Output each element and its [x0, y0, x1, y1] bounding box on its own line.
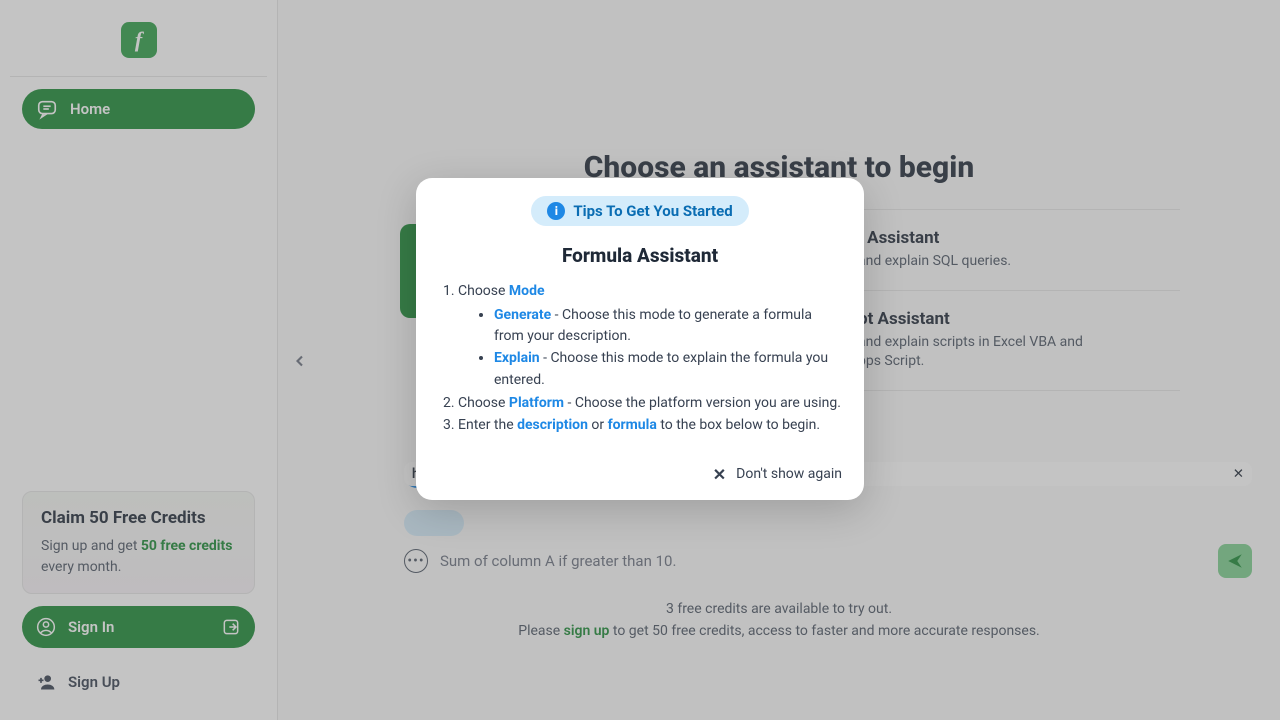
tips-modal: i Tips To Get You Started Formula Assist… — [416, 178, 864, 500]
step3-text: to the box below to begin. — [657, 417, 820, 433]
info-icon: i — [547, 202, 565, 220]
close-icon: ✕ — [713, 465, 726, 484]
step-generate: Generate - Choose this mode to generate … — [494, 305, 842, 348]
dont-show-label: Don't show again — [736, 466, 842, 482]
gen-kw: Generate — [494, 307, 551, 323]
exp-kw: Explain — [494, 350, 540, 366]
exp-text: - Choose this mode to explain the formul… — [494, 350, 828, 388]
step1-kw: Mode — [509, 283, 545, 299]
step2-pre: Choose — [458, 395, 509, 411]
modal-steps: Choose Mode Generate - Choose this mode … — [438, 281, 842, 437]
step-3: Enter the description or formula to the … — [458, 415, 842, 437]
step-explain: Explain - Choose this mode to explain th… — [494, 348, 842, 391]
tips-pill: i Tips To Get You Started — [531, 196, 748, 226]
step-2: Choose Platform - Choose the platform ve… — [458, 393, 842, 415]
step2-kw: Platform — [509, 395, 564, 411]
step3-pre: Enter the — [458, 417, 517, 433]
step1-pre: Choose — [458, 283, 509, 299]
step3-kw2: formula — [608, 417, 657, 433]
tips-label: Tips To Get You Started — [573, 202, 732, 220]
step3-kw1: description — [517, 417, 588, 433]
modal-title: Formula Assistant — [438, 244, 842, 267]
step-1: Choose Mode Generate - Choose this mode … — [458, 281, 842, 391]
step2-text: - Choose the platform version you are us… — [564, 395, 841, 411]
dont-show-again[interactable]: ✕ Don't show again — [438, 465, 842, 484]
step3-mid: or — [588, 417, 608, 433]
